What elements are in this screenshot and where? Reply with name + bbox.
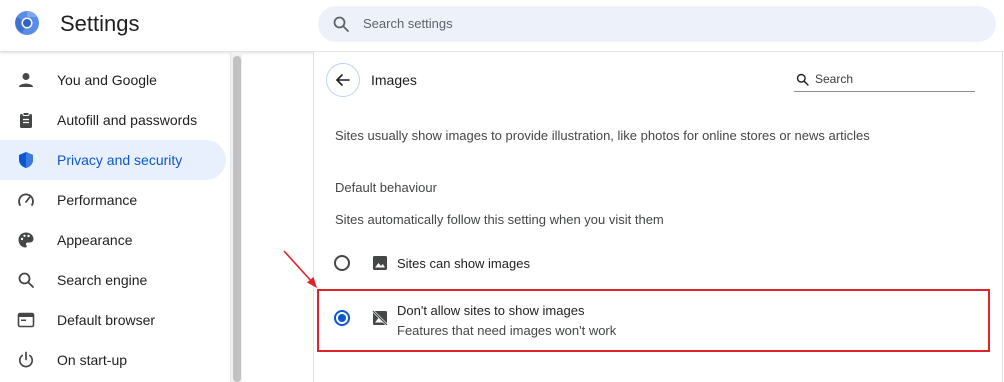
top-bar: Settings Search settings xyxy=(0,0,1004,52)
search-settings-input[interactable]: Search settings xyxy=(318,6,996,42)
sidebar-item-on-start-up[interactable]: On start-up xyxy=(0,340,226,380)
browser-window-icon xyxy=(17,312,35,328)
power-icon xyxy=(18,351,34,368)
search-placeholder: Search xyxy=(815,72,854,86)
annotation-highlight-box xyxy=(317,289,990,352)
search-placeholder: Search settings xyxy=(363,16,453,31)
sidebar-item-default-browser[interactable]: Default browser xyxy=(0,300,226,340)
sidebar-item-label: You and Google xyxy=(57,72,157,88)
sidebar-item-label: On start-up xyxy=(57,352,128,368)
sidebar-item-appearance[interactable]: Appearance xyxy=(0,220,226,260)
radio-button[interactable] xyxy=(334,255,350,271)
option-sites-can-show-images[interactable]: Sites can show images xyxy=(314,246,1002,280)
sidebar-item-you-and-google[interactable]: You and Google xyxy=(0,60,226,100)
speedometer-icon xyxy=(18,193,34,206)
shield-icon xyxy=(19,152,33,168)
sidebar-item-label: Appearance xyxy=(57,232,133,248)
scrollbar-thumb[interactable] xyxy=(233,56,241,382)
sidebar-item-search-engine[interactable]: Search engine xyxy=(0,260,226,300)
clipboard-icon xyxy=(20,112,32,128)
image-icon xyxy=(373,256,387,270)
search-icon xyxy=(18,272,34,288)
sidebar-scrollbar[interactable] xyxy=(230,52,242,382)
section-subtitle: Sites automatically follow this setting … xyxy=(335,212,664,227)
back-button[interactable] xyxy=(326,63,360,97)
chrome-logo-icon xyxy=(15,10,39,35)
page-description: Sites usually show images to provide ill… xyxy=(335,128,870,143)
sidebar-item-label: Default browser xyxy=(57,312,156,328)
sidebar-item-autofill[interactable]: Autofill and passwords xyxy=(0,100,226,140)
sidebar-item-label: Search engine xyxy=(57,272,148,288)
search-icon xyxy=(333,16,349,32)
page-title: Images xyxy=(371,72,417,88)
search-icon xyxy=(796,73,809,86)
search-input[interactable]: Search xyxy=(794,70,975,92)
sidebar-item-label: Autofill and passwords xyxy=(57,112,198,128)
palette-icon xyxy=(18,232,34,248)
sidebar-item-label: Performance xyxy=(57,192,138,208)
option-label: Sites can show images xyxy=(397,256,530,271)
person-icon xyxy=(19,73,33,87)
sidebar-item-label: Privacy and security xyxy=(57,152,183,168)
arrow-left-icon xyxy=(336,74,350,86)
app-title: Settings xyxy=(60,11,140,36)
section-heading: Default behaviour xyxy=(335,180,437,195)
sidebar-item-privacy-and-security[interactable]: Privacy and security xyxy=(0,140,226,180)
sidebar-item-performance[interactable]: Performance xyxy=(0,180,226,220)
sidebar-nav: You and Google Autofill and passwords Pr… xyxy=(0,58,232,382)
annotation-arrow-icon xyxy=(283,250,317,288)
